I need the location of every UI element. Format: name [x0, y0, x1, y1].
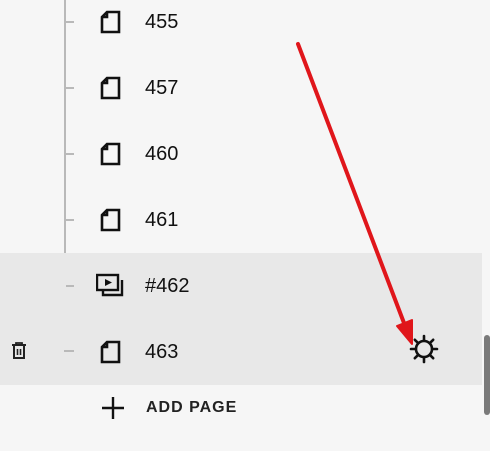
add-page-button[interactable]: ADD PAGE [0, 388, 482, 428]
page-icon [100, 208, 121, 232]
page-icon [100, 76, 121, 100]
page-tree-panel: 455 457 460 461 #462 463 ADD PAGE [0, 0, 482, 451]
page-icon [100, 10, 121, 34]
page-label: 463 [145, 341, 179, 363]
page-label: 461 [145, 209, 179, 231]
scrollbar-thumb[interactable] [484, 335, 490, 415]
page-row[interactable]: #462 [0, 253, 482, 319]
tree-branch-tick [66, 87, 74, 89]
page-label: 457 [145, 77, 179, 99]
page-row[interactable]: 460 [0, 121, 482, 187]
page-label: #462 [145, 275, 190, 297]
tree-branch-tick [66, 21, 74, 23]
tree-branch-tick [66, 219, 74, 221]
page-row-selected[interactable]: 463 [0, 319, 482, 385]
page-row[interactable]: 455 [0, 0, 482, 55]
gear-icon[interactable] [408, 333, 440, 365]
scrollbar[interactable] [483, 0, 490, 451]
tree-branch-tick [66, 285, 74, 287]
trash-icon[interactable] [10, 341, 28, 361]
page-icon [100, 340, 121, 364]
page-row[interactable]: 461 [0, 187, 482, 253]
media-page-icon [96, 273, 124, 297]
plus-icon [102, 397, 124, 419]
add-page-label: ADD PAGE [146, 399, 238, 416]
tree-branch-tick [64, 350, 74, 352]
page-label: 455 [145, 11, 179, 33]
page-icon [100, 142, 121, 166]
page-row[interactable]: 457 [0, 55, 482, 121]
tree-branch-tick [66, 153, 74, 155]
page-label: 460 [145, 143, 179, 165]
